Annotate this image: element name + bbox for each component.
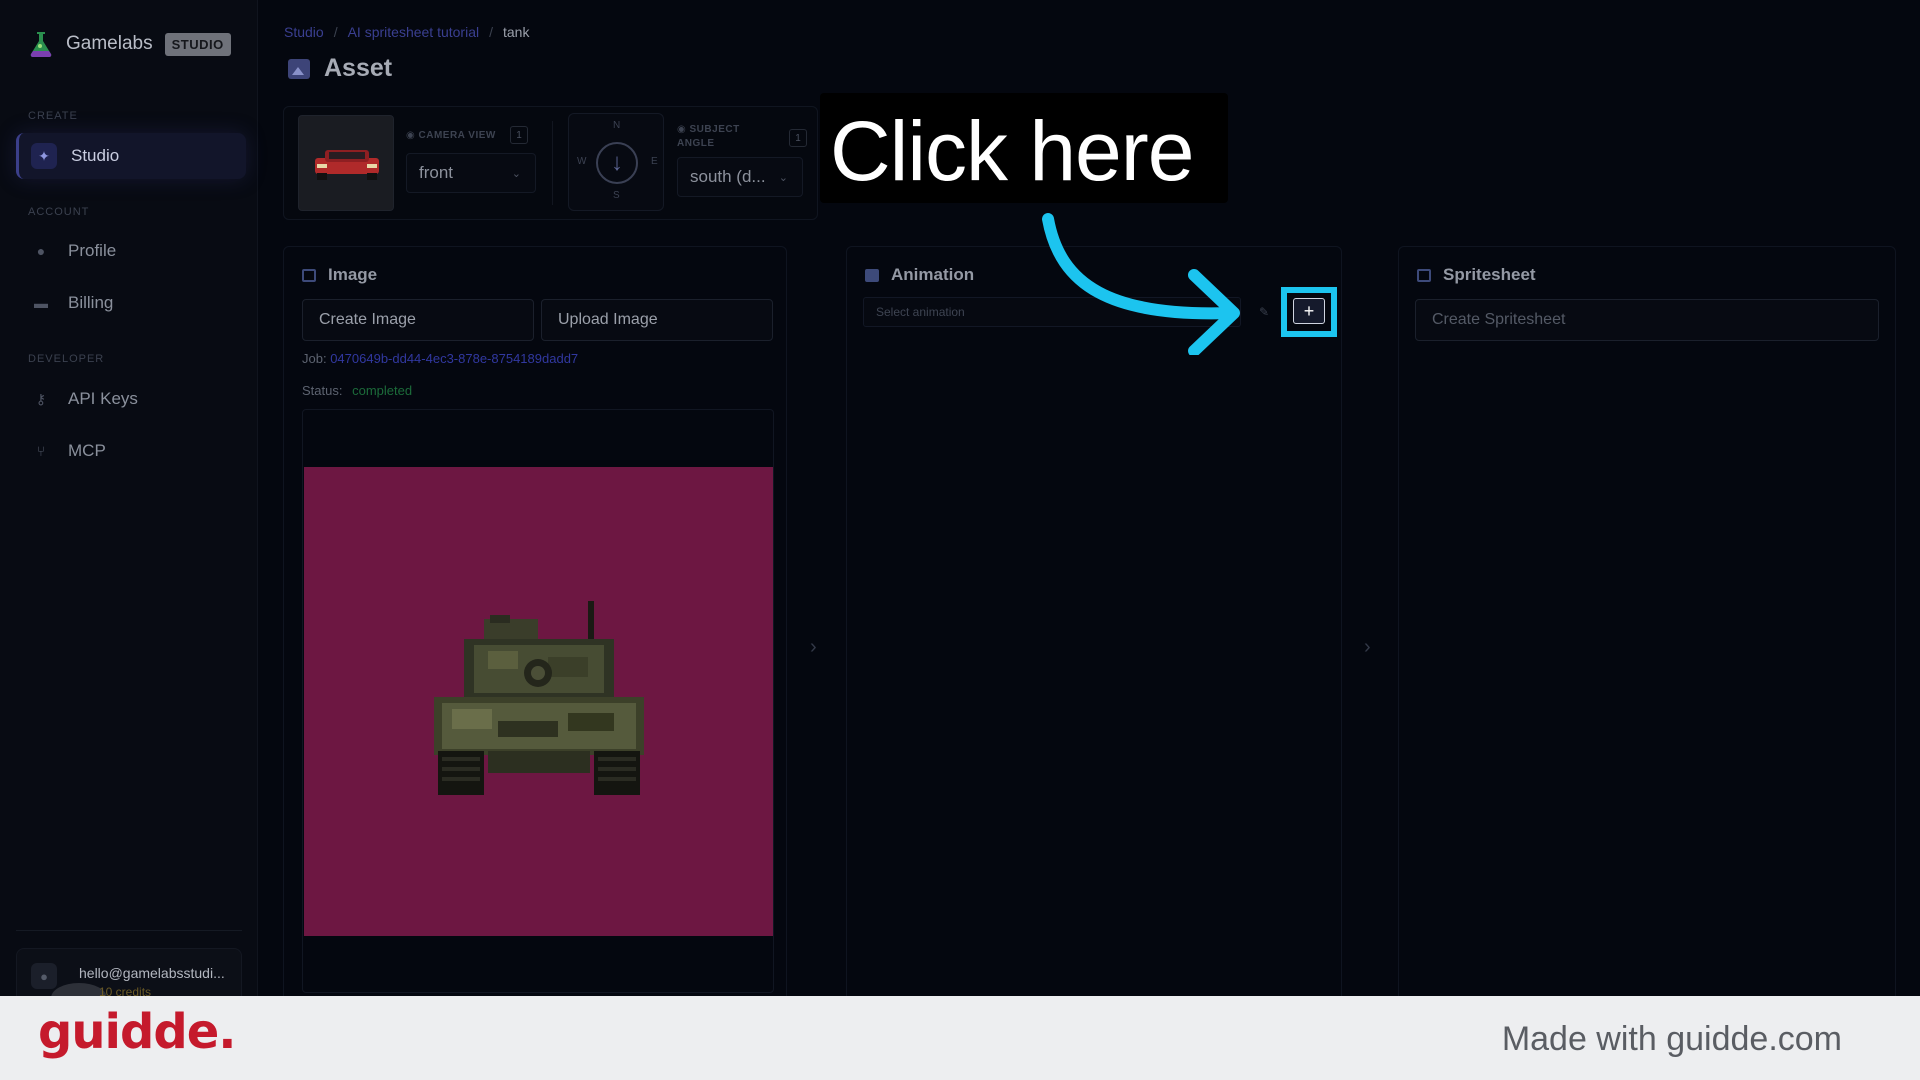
brand-name: Gamelabs <box>66 33 153 54</box>
page-title: Asset <box>288 54 392 83</box>
branch-icon: ⑂ <box>36 443 46 459</box>
image-preview-frame <box>302 409 774 993</box>
breadcrumb-project[interactable]: AI spritesheet tutorial <box>348 24 480 40</box>
brand[interactable]: Gamelabs STUDIO <box>28 30 231 58</box>
job-label: Job: <box>302 351 327 366</box>
spritesheet-panel: Spritesheet Create Spritesheet <box>1398 246 1896 996</box>
subject-angle-label-line2: ANGLE <box>677 138 715 149</box>
key-icon: ⚷ <box>35 390 47 407</box>
compass-widget[interactable]: N S W E ↓ <box>568 113 664 211</box>
sidebar-item-label: Studio <box>71 146 120 165</box>
upload-image-button[interactable]: Upload Image <box>541 299 773 341</box>
page-title-text: Asset <box>324 54 393 82</box>
car-thumbnail-image <box>315 150 379 180</box>
compass-east: E <box>651 156 658 167</box>
camera-view-select[interactable]: front ⌄ <box>406 153 536 193</box>
callout-text: Click here <box>830 104 1194 198</box>
section-label-account: ACCOUNT <box>28 206 90 218</box>
chevron-right-icon[interactable]: › <box>1364 636 1371 659</box>
subject-angle-label: ◉ SUBJECT ANGLE <box>677 123 740 151</box>
camera-icon: ◉ <box>406 130 419 141</box>
chevron-right-icon[interactable]: › <box>810 636 817 659</box>
sidebar-item-api-keys[interactable]: ⚷ API Keys <box>16 376 246 422</box>
made-with-text: Made with guidde.com <box>1501 1020 1842 1058</box>
camera-view-label: ◉ CAMERA VIEW <box>406 129 496 143</box>
create-image-button[interactable]: Create Image <box>302 299 534 341</box>
breadcrumb-current: tank <box>503 24 530 40</box>
sidebar-item-profile[interactable]: ● Profile <box>16 228 246 274</box>
subject-angle-count: 1 <box>789 129 807 147</box>
compass-north: N <box>613 120 621 131</box>
section-label-developer: DEVELOPER <box>28 353 105 365</box>
subject-angle-select[interactable]: south (d... ⌄ <box>677 157 803 197</box>
image-panel: Image Create Image Upload Image Job: 047… <box>283 246 787 996</box>
subject-angle-label-line1: SUBJECT <box>689 124 740 135</box>
config-divider <box>552 121 553 205</box>
breadcrumb-separator: / <box>489 24 493 40</box>
breadcrumb: Studio / AI spritesheet tutorial / tank <box>284 24 529 40</box>
sidebar-divider <box>16 930 242 931</box>
generated-image[interactable] <box>304 467 773 936</box>
animation-panel: Animation Select animation ✎ + <box>846 246 1342 996</box>
breadcrumb-studio[interactable]: Studio <box>284 24 324 40</box>
subject-angle-value: south (d... <box>690 167 766 186</box>
user-icon: ● <box>36 243 46 259</box>
animation-panel-header: Animation <box>865 265 974 285</box>
asset-config-bar: ◉ CAMERA VIEW 1 front ⌄ N S W E ↓ ◉ SUBJ… <box>283 106 818 220</box>
job-id-link[interactable]: 0470649b-dd44-4ec3-878e-8754189dadd7 <box>330 351 578 366</box>
sidebar-item-studio[interactable]: ✦ Studio <box>16 133 246 179</box>
tank-sprite-image <box>434 601 644 795</box>
compass-south: S <box>613 190 620 201</box>
job-line: Job: 0470649b-dd44-4ec3-878e-8754189dadd… <box>302 351 578 366</box>
sidebar-item-label: Billing <box>68 293 114 312</box>
studio-badge: STUDIO <box>164 32 231 56</box>
avatar: ● <box>31 963 57 989</box>
click-here-callout: Click here <box>820 93 1228 203</box>
sidebar: Gamelabs STUDIO CREATE ✦ Studio ACCOUNT … <box>0 0 258 996</box>
breadcrumb-separator: / <box>333 24 338 40</box>
click-target-highlight <box>1281 287 1337 337</box>
select-animation-placeholder: Select animation <box>876 305 965 319</box>
user-credits: 10 credits <box>99 985 152 996</box>
create-spritesheet-button[interactable]: Create Spritesheet <box>1415 299 1879 341</box>
spritesheet-panel-header: Spritesheet <box>1417 265 1536 285</box>
user-card[interactable]: ● hello@gamelabsstudi... 10 credits <box>16 948 242 996</box>
image-panel-title: Image <box>328 265 378 284</box>
sidebar-item-mcp[interactable]: ⑂ MCP <box>16 428 246 474</box>
camera-view-value: front <box>419 163 454 182</box>
camera-view-label-text: CAMERA VIEW <box>418 130 496 141</box>
reference-thumbnail[interactable] <box>298 115 394 211</box>
callout-arrow-icon <box>1042 213 1240 355</box>
guidde-footer: guidde. Made with guidde.com <box>0 996 1920 1080</box>
sidebar-item-label: Profile <box>68 241 117 260</box>
sidebar-item-label: MCP <box>68 441 106 460</box>
guidde-logo: guidde. <box>38 1004 236 1060</box>
credit-card-icon: ▬ <box>34 295 48 311</box>
image-panel-header: Image <box>302 265 377 285</box>
flask-logo-icon <box>30 32 52 58</box>
status-line: Status: completed <box>302 383 412 398</box>
section-label-create: CREATE <box>28 110 78 122</box>
sidebar-item-billing[interactable]: ▬ Billing <box>16 280 246 326</box>
image-icon <box>288 58 310 79</box>
image-icon <box>302 268 316 282</box>
app-window: Gamelabs STUDIO CREATE ✦ Studio ACCOUNT … <box>0 0 1920 996</box>
target-icon: ◉ <box>677 124 690 135</box>
grid-icon <box>1417 268 1431 282</box>
compass-west: W <box>577 156 587 167</box>
user-email: hello@gamelabsstudi... <box>79 965 225 981</box>
chevron-down-icon: ⌄ <box>778 172 788 184</box>
arrow-down-icon: ↓ <box>596 142 638 184</box>
camera-view-count: 1 <box>510 126 528 144</box>
animation-panel-title: Animation <box>891 265 975 284</box>
spritesheet-panel-title: Spritesheet <box>1443 265 1536 284</box>
video-camera-icon <box>865 268 879 282</box>
magic-wand-icon: ✦ <box>31 143 57 169</box>
status-label: Status: <box>302 383 343 398</box>
chevron-down-icon: ⌄ <box>511 168 521 180</box>
edit-icon[interactable]: ✎ <box>1251 299 1277 325</box>
status-badge: completed <box>352 383 413 398</box>
sidebar-item-label: API Keys <box>68 389 138 408</box>
